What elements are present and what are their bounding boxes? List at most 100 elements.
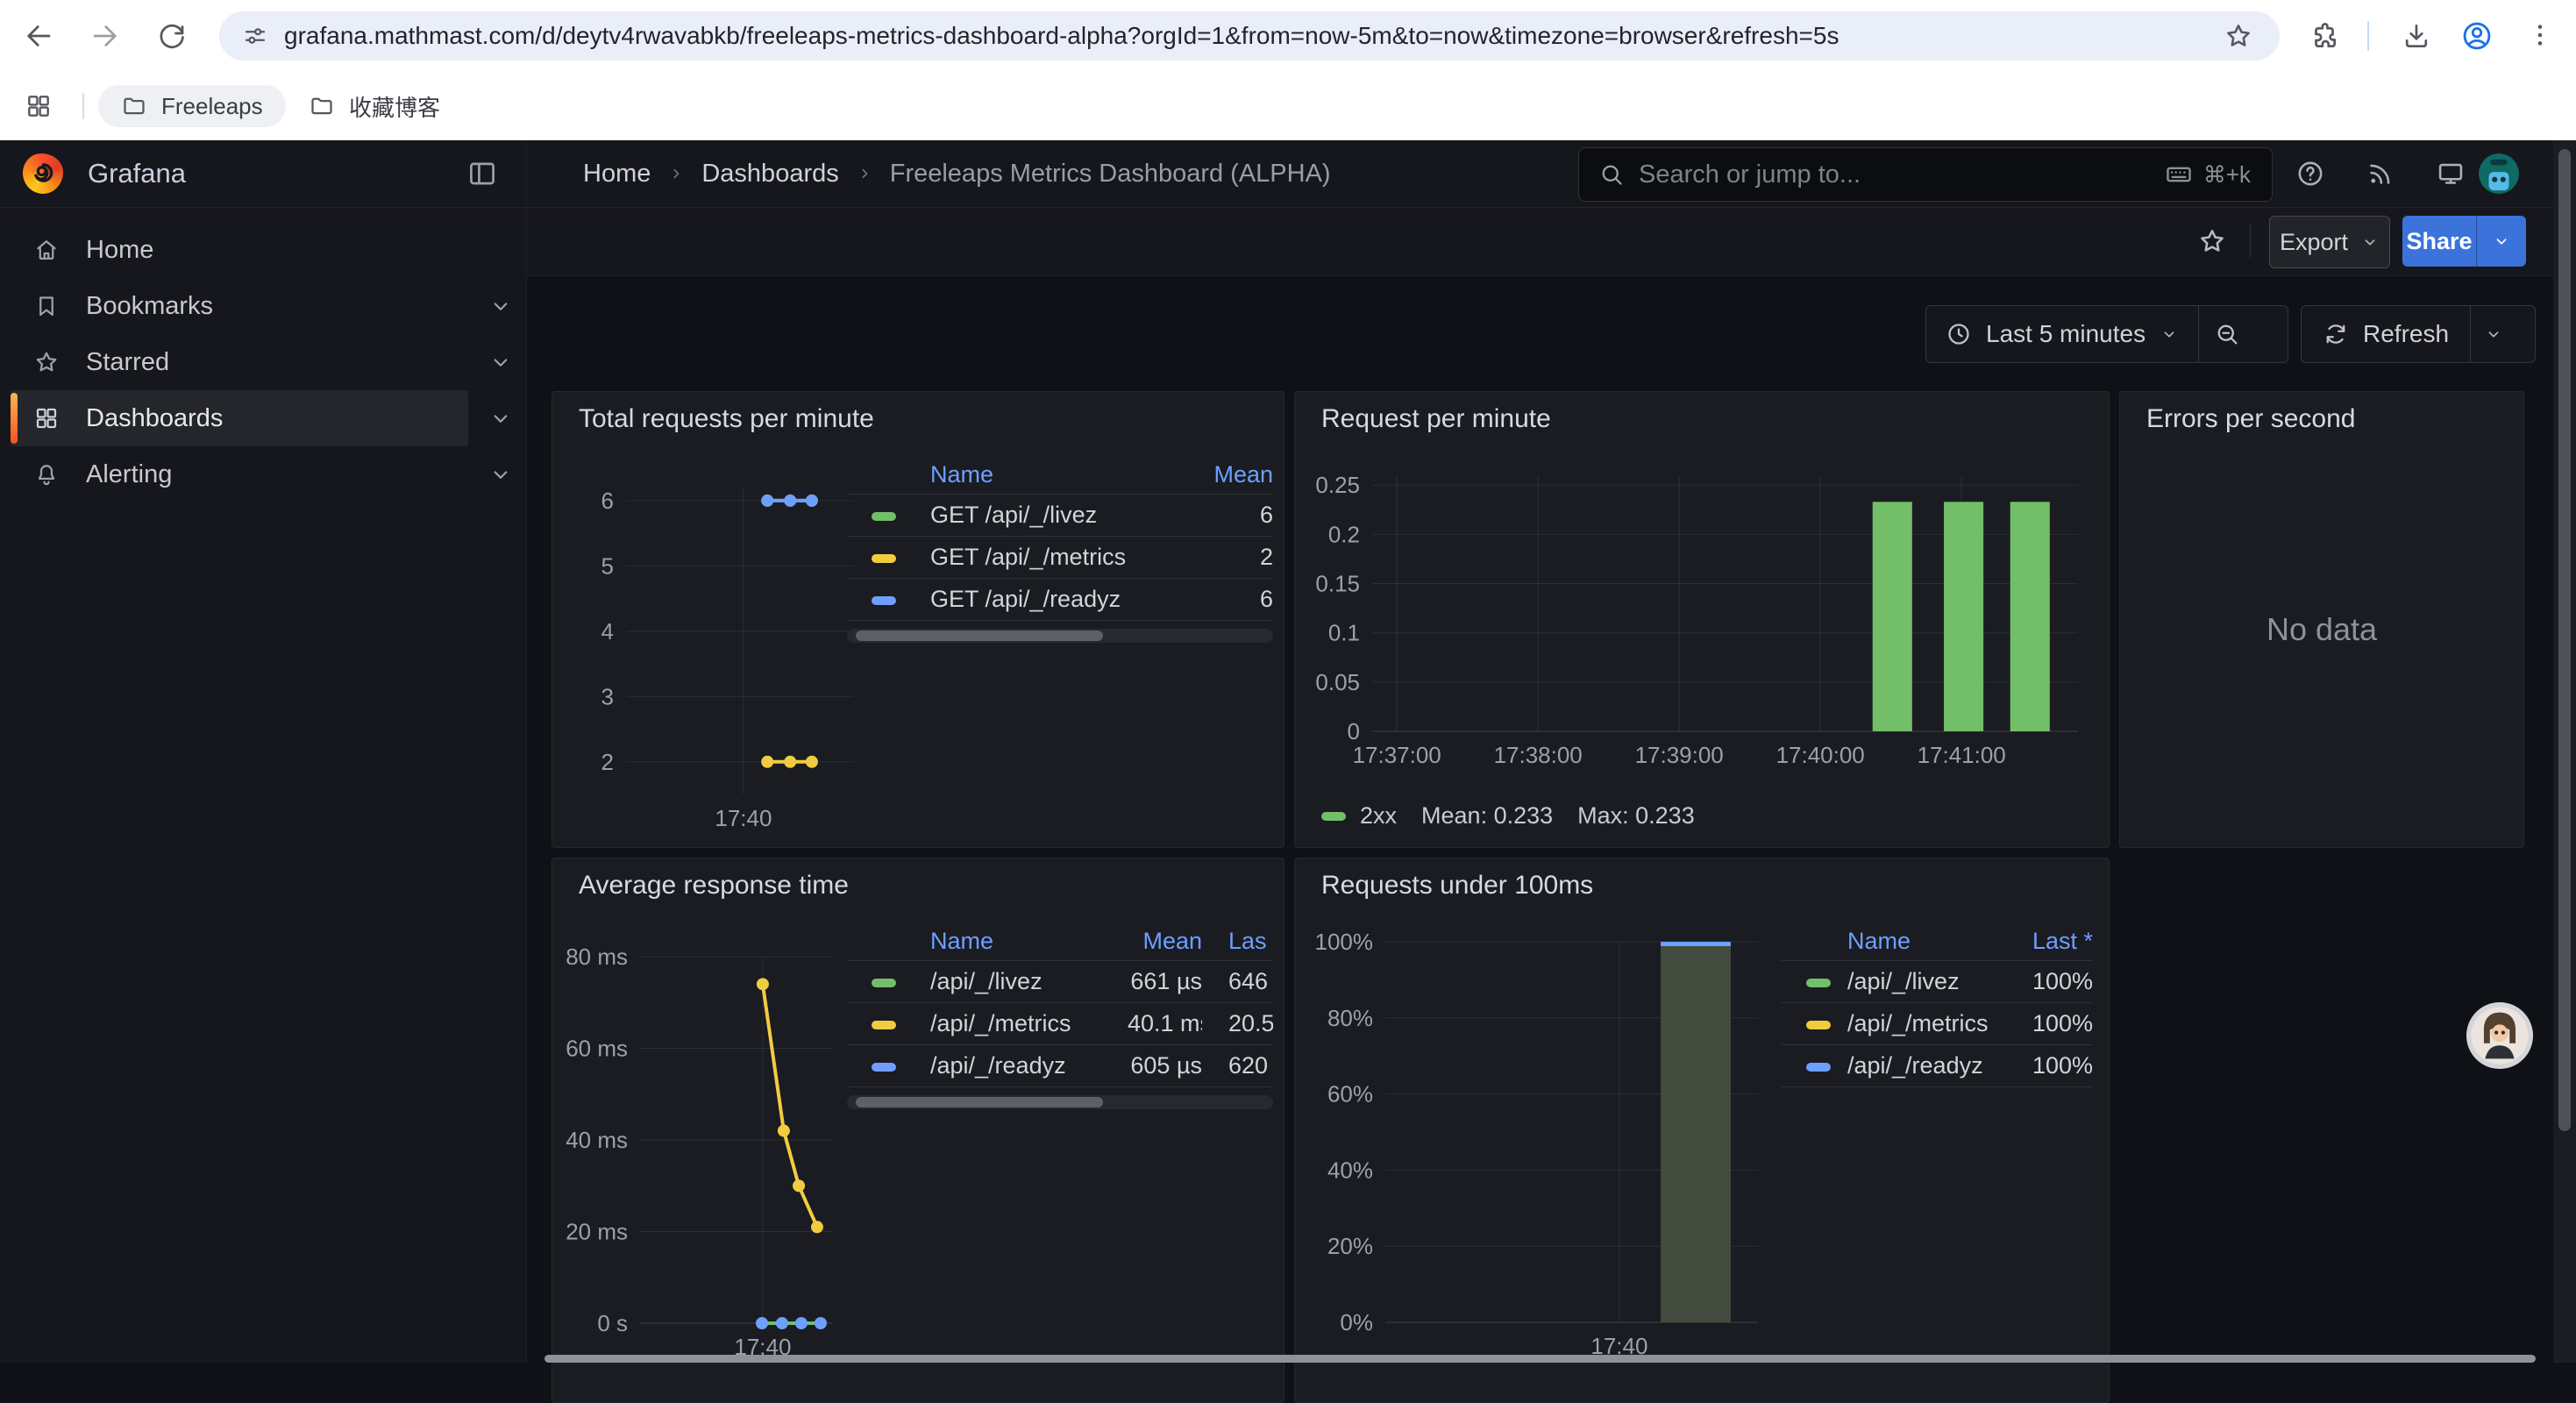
breadcrumb-dashboards[interactable]: Dashboards xyxy=(701,160,838,189)
legend-series-name[interactable]: GET /api/_/livez xyxy=(930,502,1155,529)
legend-value: 20.5 r xyxy=(1202,1010,1273,1037)
news-rss-icon[interactable] xyxy=(2366,159,2395,189)
panel-total-requests: Total requests per minute 6543217:40 Nam… xyxy=(551,391,1284,848)
refresh-interval-button[interactable] xyxy=(2471,306,2516,362)
share-label: Share xyxy=(2406,228,2472,255)
legend-series-name[interactable]: GET /api/_/readyz xyxy=(930,586,1155,613)
assistant-avatar[interactable] xyxy=(2466,1001,2534,1070)
browser-toolbar: grafana.mathmast.com/d/deytv4rwavabkb/fr… xyxy=(0,0,2576,72)
panel-title[interactable]: Request per minute xyxy=(1321,404,1551,434)
legend-scrollbar[interactable] xyxy=(847,1095,1273,1109)
keyboard-icon xyxy=(2165,160,2193,189)
legend-series-name[interactable]: /api/_/readyz xyxy=(1847,1052,1996,1079)
bar-chart[interactable]: 100%80%60%40%20%0%17:40 xyxy=(1311,924,1802,1367)
legend-series-name[interactable]: /api/_/readyz xyxy=(930,1052,1101,1079)
legend-col-header[interactable]: Las xyxy=(1202,928,1273,955)
extensions-icon[interactable] xyxy=(2309,20,2341,52)
legend-value: 40.1 ms xyxy=(1101,1010,1202,1037)
sidebar-item-starred[interactable]: Starred xyxy=(11,334,468,390)
export-button[interactable]: Export xyxy=(2269,216,2390,268)
share-button[interactable]: Share xyxy=(2402,216,2476,267)
legend-series-name[interactable]: /api/_/metrics xyxy=(930,1010,1101,1037)
refresh-button[interactable]: Refresh xyxy=(2302,306,2470,362)
legend-series-name[interactable]: /api/_/livez xyxy=(1847,968,1996,995)
monitor-icon[interactable] xyxy=(2436,159,2466,189)
legend-scrollbar-thumb[interactable] xyxy=(856,630,1103,641)
back-icon[interactable] xyxy=(23,20,54,52)
legend-col-header[interactable]: Name xyxy=(930,928,1101,955)
series-swatch xyxy=(1321,812,1346,821)
svg-text:3: 3 xyxy=(601,683,614,709)
favorite-star-icon[interactable] xyxy=(2197,226,2227,256)
chevron-down-icon[interactable] xyxy=(487,293,514,319)
chevron-down-icon[interactable] xyxy=(487,405,514,431)
panel-title[interactable]: Average response time xyxy=(579,871,849,901)
sidebar-item-home[interactable]: Home xyxy=(11,222,468,278)
forward-icon[interactable] xyxy=(89,20,121,52)
svg-text:17:39:00: 17:39:00 xyxy=(1635,742,1724,768)
svg-text:60%: 60% xyxy=(1327,1081,1373,1107)
dashboard-toolbar: Export Share xyxy=(527,208,2576,276)
clock-icon xyxy=(1946,321,1972,347)
panel-errors-per-second: Errors per second No data xyxy=(2119,391,2524,848)
site-settings-icon[interactable] xyxy=(242,23,268,49)
search-input[interactable]: Search or jump to... ⌘+k xyxy=(1578,147,2273,202)
timeseries-chart[interactable]: 80 ms60 ms40 ms20 ms0 s17:40 xyxy=(565,942,863,1367)
legend-series-name[interactable]: /api/_/livez xyxy=(930,968,1101,995)
legend-col-header[interactable]: Last * xyxy=(1996,928,2093,955)
chevron-down-icon[interactable] xyxy=(487,349,514,375)
chevron-down-icon xyxy=(2360,232,2380,252)
svg-text:17:38:00: 17:38:00 xyxy=(1494,742,1583,768)
legend-value: 6 xyxy=(1155,586,1273,613)
bookmark-star-icon[interactable] xyxy=(2224,21,2253,51)
url-text[interactable]: grafana.mathmast.com/d/deytv4rwavabkb/fr… xyxy=(284,22,2224,50)
legend-col-header[interactable]: Mean xyxy=(1155,461,1273,488)
user-avatar[interactable] xyxy=(2479,153,2519,194)
time-range-picker[interactable]: Last 5 minutes xyxy=(1926,306,2198,362)
profile-icon[interactable] xyxy=(2460,19,2494,53)
legend-scrollbar-thumb[interactable] xyxy=(856,1097,1103,1107)
grafana-logo[interactable] xyxy=(23,153,63,194)
url-bar[interactable]: grafana.mathmast.com/d/deytv4rwavabkb/fr… xyxy=(219,11,2280,61)
apps-grid-icon[interactable] xyxy=(25,92,53,120)
download-icon[interactable] xyxy=(2401,20,2432,52)
bar-chart[interactable]: 0.250.20.150.10.05017:37:0017:38:0017:39… xyxy=(1311,466,2091,830)
sidebar-item-alerting[interactable]: Alerting xyxy=(11,446,468,502)
timeseries-chart[interactable]: 6543217:40 xyxy=(565,475,863,839)
panel-title[interactable]: Errors per second xyxy=(2146,404,2355,434)
horizontal-scrollbar[interactable] xyxy=(544,1355,2536,1363)
brand-name[interactable]: Grafana xyxy=(88,158,186,189)
zoom-out-icon xyxy=(2214,321,2240,347)
legend-scrollbar[interactable] xyxy=(847,629,1273,643)
chevron-down-icon[interactable] xyxy=(487,461,514,488)
legend-col-header[interactable]: Mean xyxy=(1101,928,1202,955)
zoom-out-button[interactable] xyxy=(2199,306,2255,362)
legend-series-name[interactable]: GET /api/_/metrics xyxy=(930,544,1155,571)
sidebar-item-bookmarks[interactable]: Bookmarks xyxy=(11,278,468,334)
series-swatch xyxy=(872,1021,896,1029)
legend-series[interactable]: 2xx xyxy=(1321,802,1397,830)
bookmark-folder-blogs[interactable]: 收藏博客 xyxy=(286,85,463,127)
legend-value: 100% xyxy=(1996,1052,2093,1079)
help-icon[interactable] xyxy=(2295,159,2325,189)
bookmark-label: Freeleaps xyxy=(161,93,263,120)
svg-text:40%: 40% xyxy=(1327,1157,1373,1183)
legend-row: GET /api/_/metrics2 xyxy=(847,537,1273,579)
scrollbar-thumb[interactable] xyxy=(2558,149,2571,1131)
toolbar-divider xyxy=(2250,224,2251,258)
panel-title[interactable]: Requests under 100ms xyxy=(1321,871,1593,901)
panel-title[interactable]: Total requests per minute xyxy=(579,404,874,434)
legend-col-header[interactable]: Name xyxy=(930,461,1155,488)
sidebar-item-label: Home xyxy=(86,236,153,265)
svg-text:80 ms: 80 ms xyxy=(566,944,628,970)
legend-series-name[interactable]: /api/_/metrics xyxy=(1847,1010,1996,1037)
breadcrumb-home[interactable]: Home xyxy=(583,160,651,189)
bookmark-folder-freeleaps[interactable]: Freeleaps xyxy=(98,85,286,127)
share-menu-button[interactable] xyxy=(2476,216,2526,267)
menu-kebab-icon[interactable] xyxy=(2525,20,2555,50)
legend-col-header[interactable]: Name xyxy=(1847,928,1996,955)
vertical-scrollbar[interactable] xyxy=(2553,140,2576,1363)
sidebar-item-dashboards[interactable]: Dashboards xyxy=(11,390,468,446)
reload-icon[interactable] xyxy=(156,20,188,52)
sidebar-toggle-icon[interactable] xyxy=(466,158,498,189)
